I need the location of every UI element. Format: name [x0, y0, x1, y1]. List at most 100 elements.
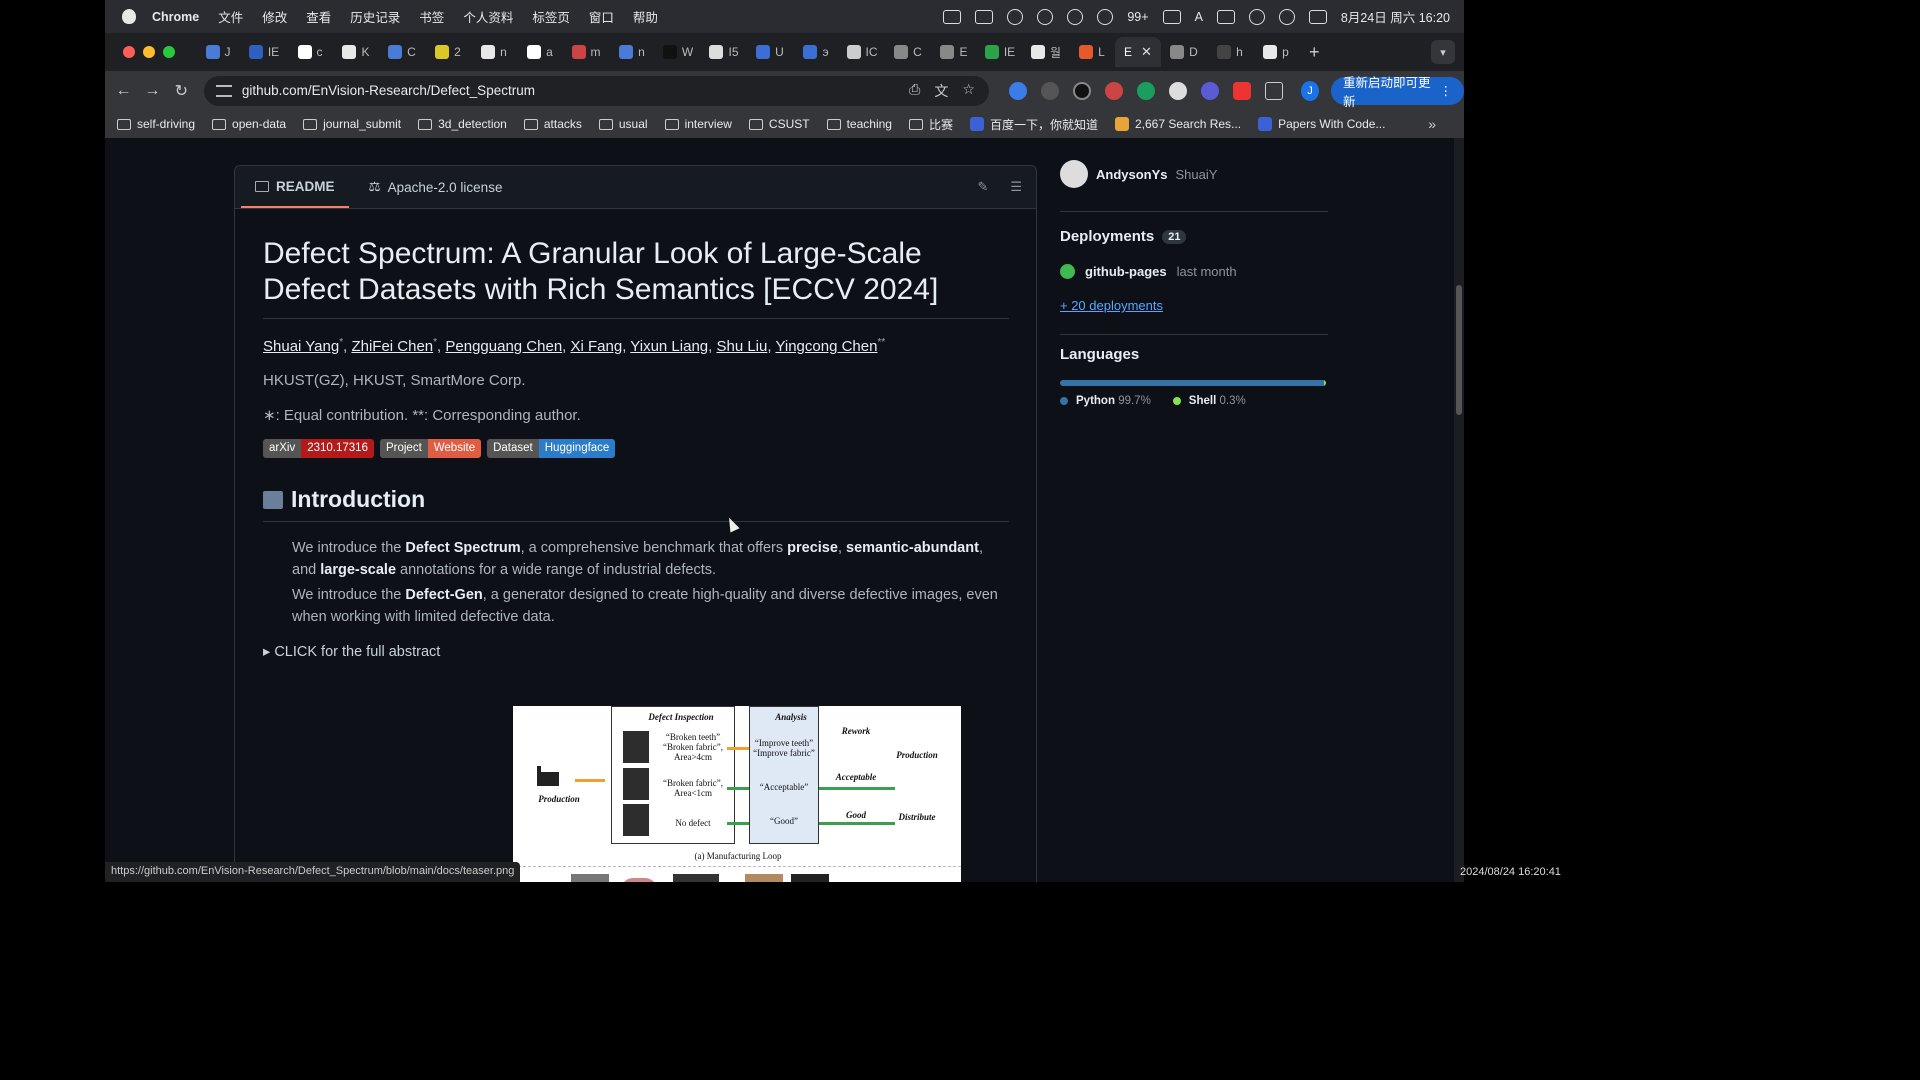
menubar-clock[interactable]: 8月24日 周六 16:20 [1341, 7, 1450, 26]
menu-file[interactable]: 文件 [218, 7, 243, 26]
browser-tab[interactable]: IE [977, 37, 1023, 67]
bookmark-item[interactable]: open-data [212, 117, 286, 131]
deployments-heading[interactable]: Deployments 21 [1060, 228, 1187, 245]
profile-avatar[interactable]: J [1300, 80, 1319, 101]
extensions-puzzle-icon[interactable] [1264, 81, 1283, 100]
bookmark-item[interactable]: journal_submit [303, 117, 401, 131]
browser-tab[interactable]: n [609, 37, 655, 67]
translate-icon[interactable]: 文 [934, 81, 948, 101]
author-link[interactable]: ZhiFei Chen [351, 338, 433, 355]
zoom-window-button[interactable] [163, 46, 175, 58]
bookmark-item[interactable]: self-driving [117, 117, 195, 131]
menu-profile[interactable]: 个人资料 [463, 7, 513, 26]
browser-tab[interactable]: m [563, 37, 609, 67]
browser-tab[interactable]: I5 [701, 37, 747, 67]
battery-icon[interactable] [1216, 9, 1235, 24]
author-link[interactable]: Xi Fang [571, 338, 623, 355]
edit-pencil-icon[interactable]: ✎ [977, 179, 988, 195]
more-deployments-link[interactable]: + 20 deployments [1060, 298, 1163, 313]
browser-tab[interactable]: c [287, 37, 333, 67]
more-bookmarks-icon[interactable]: » [1428, 116, 1436, 132]
browser-tab[interactable]: IC [839, 37, 885, 67]
browser-tab[interactable]: E [931, 37, 977, 67]
menu-bookmarks[interactable]: 书签 [419, 7, 444, 26]
browser-tab[interactable]: C [379, 37, 425, 67]
browser-tab[interactable]: n [471, 37, 517, 67]
install-app-icon[interactable]: ⎙ [909, 81, 920, 101]
full-abstract-toggle[interactable]: ▸ CLICK for the full abstract [263, 644, 1009, 660]
bookmark-item[interactable]: 百度一下，你就知道 [969, 116, 1098, 133]
language-python[interactable]: Python 99.7% [1060, 395, 1151, 407]
menu-window[interactable]: 窗口 [589, 7, 614, 26]
input-method-indicator[interactable]: A [1195, 10, 1203, 24]
bookmark-item[interactable]: 3d_detection [418, 117, 507, 131]
extension-icon[interactable] [1104, 81, 1123, 100]
author-link[interactable]: Yingcong Chen [775, 338, 877, 355]
browser-tab[interactable]: IE [241, 37, 287, 67]
author-link[interactable]: Shuai Yang [263, 338, 339, 355]
grammarly-icon[interactable] [1136, 81, 1155, 100]
url-text[interactable]: github.com/EnVision-Research/Defect_Spec… [242, 83, 535, 98]
browser-tab[interactable]: э [793, 37, 839, 67]
bookmark-item[interactable]: CSUST [748, 117, 810, 131]
browser-tab[interactable]: C [885, 37, 931, 67]
glasses-icon[interactable] [943, 9, 962, 24]
page-scrollbar-thumb[interactable] [1456, 285, 1462, 415]
menu-help[interactable]: 帮助 [633, 7, 658, 26]
browser-tab[interactable]: 월 [1023, 37, 1069, 67]
wechat-icon[interactable] [1097, 8, 1114, 25]
back-button[interactable]: ← [109, 82, 138, 100]
contributor-row[interactable]: AndysonYs ShuaiY [1060, 160, 1217, 188]
bookmark-item[interactable]: interview [664, 117, 732, 131]
tab-license[interactable]: ⚖ Apache-2.0 license [355, 166, 517, 208]
browser-tab[interactable]: E ✕ [1115, 37, 1161, 67]
extension-icon[interactable] [1200, 81, 1219, 100]
extension-icon[interactable] [1072, 81, 1091, 100]
author-link[interactable]: Pengguang Chen [445, 338, 562, 355]
check-circle-icon[interactable] [1067, 8, 1084, 25]
bookmark-item[interactable]: 2,667 Search Res... [1115, 117, 1241, 131]
extension-icon[interactable] [1008, 81, 1027, 100]
menu-view[interactable]: 查看 [306, 7, 331, 26]
bookmark-item[interactable]: usual [598, 117, 648, 131]
address-bar[interactable]: github.com/EnVision-Research/Defect_Spec… [203, 75, 989, 106]
deployment-item[interactable]: github-pages last month [1060, 264, 1237, 279]
tab-readme[interactable]: README [241, 166, 349, 208]
relaunch-update-button[interactable]: 重新启动即可更新 ⋮ [1330, 76, 1464, 109]
menu-tabs[interactable]: 标签页 [532, 7, 570, 26]
author-link[interactable]: Shu Liu [716, 338, 767, 355]
cup-icon[interactable] [975, 9, 994, 24]
page-scrollbar[interactable] [1454, 138, 1464, 882]
menu-history[interactable]: 历史记录 [350, 7, 400, 26]
language-shell[interactable]: Shell 0.3% [1172, 395, 1246, 407]
record-icon[interactable] [1007, 8, 1024, 25]
forward-button[interactable]: → [138, 82, 167, 100]
video-extension-icon[interactable] [1232, 81, 1251, 100]
browser-tab[interactable]: p [1253, 37, 1299, 67]
window-icon[interactable] [1162, 9, 1181, 24]
bookmark-star-icon[interactable]: ☆ [962, 81, 975, 101]
apple-icon[interactable] [122, 9, 136, 24]
outline-list-icon[interactable]: ☰ [1010, 179, 1022, 195]
avatar[interactable] [1060, 160, 1088, 188]
browser-tab[interactable]: W [655, 37, 701, 67]
browser-tab[interactable]: U [747, 37, 793, 67]
browser-tab[interactable]: 2 [425, 37, 471, 67]
teaser-figure[interactable]: Production Defect Inspection “Broken tee… [513, 706, 961, 882]
bookmark-item[interactable]: 比赛 [908, 116, 953, 133]
contributor-name[interactable]: AndysonYs [1096, 167, 1168, 182]
reload-button[interactable]: ↻ [167, 81, 196, 101]
menu-app-name[interactable]: Chrome [152, 10, 199, 24]
badge-link[interactable]: Dataset Huggingface [487, 439, 616, 458]
close-window-button[interactable] [123, 46, 135, 58]
tab-search-button[interactable]: ▾ [1431, 40, 1455, 64]
bookmark-item[interactable]: attacks [523, 117, 582, 131]
badge-link[interactable]: arXiv 2310.17316 [263, 439, 374, 458]
site-info-icon[interactable] [215, 84, 232, 97]
extension-icon[interactable] [1040, 81, 1059, 100]
badge-link[interactable]: Project Website [379, 439, 482, 458]
minimize-window-button[interactable] [143, 46, 155, 58]
browser-tab[interactable]: D [1161, 37, 1207, 67]
github-extension-icon[interactable] [1168, 81, 1187, 100]
spotlight-search-icon[interactable] [1278, 8, 1295, 25]
